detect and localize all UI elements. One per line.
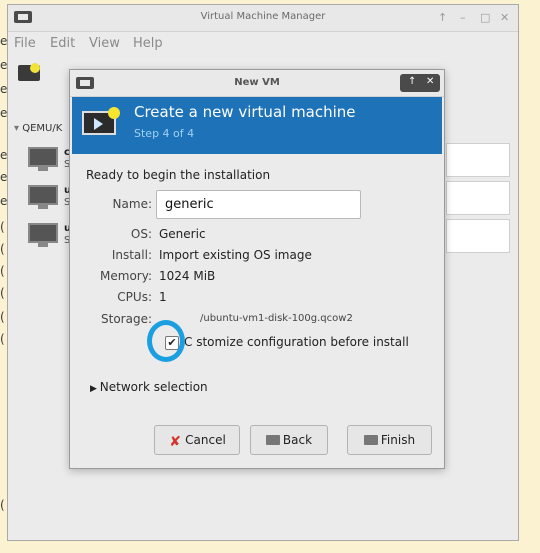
menu-view[interactable]: View <box>89 36 120 51</box>
finish-label: Finish <box>380 433 416 447</box>
dialog-titlebar[interactable]: New VM ↑ ✕ <box>70 70 444 97</box>
vm-stand <box>38 167 48 171</box>
network-selection-expander[interactable]: ▶ Network selection <box>90 380 208 394</box>
dialog-title: New VM <box>234 77 280 88</box>
connection-label: QEMU/K <box>22 123 63 134</box>
menu-edit[interactable]: Edit <box>50 36 75 51</box>
customize-label[interactable]: C stomize configuration before install <box>184 335 409 349</box>
dialog-window-controls: ↑ ✕ <box>400 74 440 92</box>
menu-help[interactable]: Help <box>133 36 163 51</box>
network-selection-label: Network selection <box>99 380 208 394</box>
cpu-usage-graph <box>446 219 510 253</box>
dialog-close-button[interactable]: ✕ <box>426 76 434 87</box>
cpus-value: 1 <box>159 290 167 304</box>
star-shape <box>108 107 120 119</box>
vm-monitor-icon <box>28 185 58 205</box>
keep-above-button[interactable]: ↑ <box>438 11 447 24</box>
vm-monitor-icon <box>28 147 58 167</box>
expander-arrow-icon: ▶ <box>90 384 100 394</box>
ready-text: Ready to begin the installation <box>86 168 271 182</box>
close-button[interactable]: ✕ <box>500 11 509 24</box>
vm-stand <box>38 243 48 247</box>
memory-value: 1024 MiB <box>159 269 216 283</box>
highlight-circle <box>147 320 185 362</box>
new-vm-dialog: New VM ↑ ✕ Create a new virtual machine … <box>69 69 445 469</box>
back-button[interactable]: Back <box>250 425 328 455</box>
new-vm-icon <box>82 107 120 141</box>
storage-value: /ubuntu-vm1-disk-100g.qcow2 <box>200 313 353 324</box>
vm-stand <box>38 205 48 209</box>
os-value: Generic <box>159 227 206 241</box>
name-label: Name: <box>112 197 152 211</box>
banner-step: Step 4 of 4 <box>134 127 195 140</box>
memory-label: Memory: <box>100 269 152 283</box>
os-label: OS: <box>130 227 152 241</box>
storage-label: Storage: <box>101 312 152 326</box>
dialog-banner: Create a new virtual machine Step 4 of 4 <box>72 97 442 154</box>
minimize-button[interactable]: – <box>460 11 466 24</box>
dialog-keep-above-button[interactable]: ↑ <box>408 76 416 87</box>
cancel-icon: ✘ <box>169 434 182 450</box>
back-icon <box>265 435 280 445</box>
cpu-usage-graph <box>446 143 510 177</box>
install-value: Import existing OS image <box>159 248 312 262</box>
back-label: Back <box>282 433 313 447</box>
vm-list-item[interactable]: u S <box>28 223 71 253</box>
banner-title: Create a new virtual machine <box>134 103 356 121</box>
maximize-button[interactable]: □ <box>480 11 490 24</box>
play-shape <box>94 118 103 130</box>
cpu-usage-graph <box>446 181 510 215</box>
main-titlebar[interactable]: Virtual Machine Manager ↑ – □ ✕ <box>8 5 518 32</box>
menubar: File Edit View Help <box>8 32 518 56</box>
vm-list-item[interactable]: u S <box>28 185 71 215</box>
install-label: Install: <box>111 248 152 262</box>
expander-icon: ▾ <box>14 123 23 134</box>
menu-file[interactable]: File <box>14 36 36 51</box>
name-input[interactable]: generic <box>156 190 361 219</box>
star-icon <box>30 63 40 73</box>
vm-monitor-icon <box>28 223 58 243</box>
finish-button[interactable]: Finish <box>347 425 432 455</box>
connection-row[interactable]: ▾ QEMU/K <box>14 123 62 134</box>
finish-icon <box>363 435 378 445</box>
cpus-label: CPUs: <box>117 290 152 304</box>
cancel-label: Cancel <box>185 433 226 447</box>
vm-list-item[interactable]: c S <box>28 147 70 177</box>
new-vm-toolbar-button[interactable] <box>18 63 42 83</box>
cancel-button[interactable]: ✘ Cancel <box>154 425 240 455</box>
